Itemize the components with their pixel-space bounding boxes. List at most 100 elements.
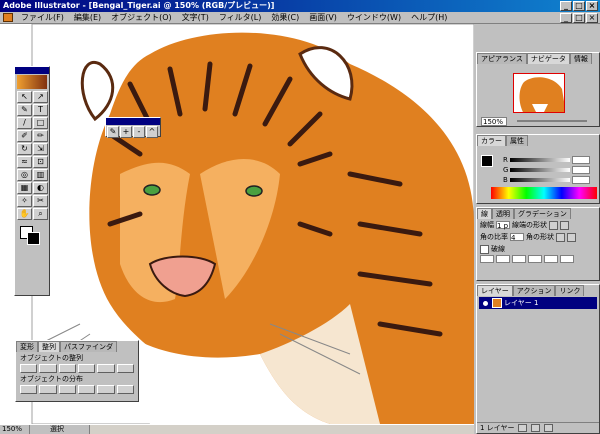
menu-edit[interactable]: 編集(E)	[69, 12, 106, 23]
distribute-hcenter-icon[interactable]	[97, 385, 115, 394]
app-icon[interactable]	[3, 13, 13, 22]
channel-b-value[interactable]	[571, 176, 590, 184]
doc-minimize-button[interactable]: _	[560, 12, 572, 23]
align-vcenter-icon[interactable]	[97, 364, 115, 373]
tab-transparency[interactable]: 透明	[492, 208, 514, 219]
channel-b-slider[interactable]	[509, 178, 570, 182]
pen-icon[interactable]: ✎	[107, 126, 119, 138]
warp-tool-icon[interactable]: ≈	[17, 156, 32, 168]
new-layer-icon[interactable]	[531, 424, 541, 432]
menu-view[interactable]: 画面(V)	[304, 12, 342, 23]
align-hcenter-icon[interactable]	[39, 364, 57, 373]
tab-actions[interactable]: アクション	[512, 285, 556, 296]
add-anchor-icon[interactable]: +	[120, 126, 132, 138]
gap-field-1[interactable]	[496, 255, 510, 263]
cap-butt-icon[interactable]	[549, 220, 558, 230]
color-spectrum[interactable]	[491, 187, 597, 199]
status-zoom[interactable]: 150%	[0, 425, 30, 434]
menu-filter[interactable]: フィルタ(L)	[214, 12, 267, 23]
toolbox-titlebar[interactable]	[15, 67, 49, 74]
navigator-zoom-field[interactable]: 150%	[481, 117, 507, 126]
cap-round-icon[interactable]	[560, 220, 569, 230]
menu-file[interactable]: ファイル(F)	[16, 12, 69, 23]
tab-layers[interactable]: レイヤー	[477, 285, 513, 296]
join-miter-icon[interactable]	[556, 232, 565, 242]
eye-icon[interactable]	[481, 298, 490, 308]
eyedropper-tool-icon[interactable]: ✧	[17, 195, 32, 207]
horizontal-scrollbar[interactable]	[90, 425, 474, 434]
hand-tool-icon[interactable]: ✋	[17, 208, 32, 220]
status-tool[interactable]: 選択	[30, 425, 90, 434]
distribute-vcenter-icon[interactable]	[39, 385, 57, 394]
minimize-button[interactable]: _	[560, 1, 572, 11]
tab-navigator[interactable]: ナビゲータ	[526, 53, 570, 64]
direct-selection-tool-icon[interactable]: ↗	[33, 91, 48, 103]
gradient-tool-icon[interactable]: ◐	[33, 182, 48, 194]
dash-field-1[interactable]	[480, 255, 494, 263]
channel-r-value[interactable]	[571, 156, 590, 164]
trash-icon[interactable]	[544, 424, 554, 432]
graph-tool-icon[interactable]: ▥	[33, 169, 48, 181]
convert-anchor-icon[interactable]: ^	[146, 126, 158, 138]
mesh-tool-icon[interactable]: ▦	[17, 182, 32, 194]
tab-align[interactable]: 整列	[38, 341, 60, 352]
dash-field-2[interactable]	[512, 255, 526, 263]
new-sublayer-icon[interactable]	[518, 424, 528, 432]
close-button[interactable]: ×	[586, 1, 598, 11]
navigator-zoom-slider[interactable]	[517, 120, 587, 122]
tab-links[interactable]: リンク	[555, 285, 585, 296]
pen-tool-icon[interactable]: ✎	[17, 104, 32, 116]
channel-g-value[interactable]	[572, 166, 591, 174]
doc-close-button[interactable]: ×	[586, 12, 598, 23]
gap-field-2[interactable]	[528, 255, 542, 263]
maximize-button[interactable]: □	[573, 1, 585, 11]
menu-window[interactable]: ウインドウ(W)	[342, 12, 406, 23]
fill-stroke-swatches[interactable]	[18, 224, 46, 246]
free-transform-tool-icon[interactable]: ⊡	[33, 156, 48, 168]
rectangle-tool-icon[interactable]: □	[33, 117, 48, 129]
channel-r-slider[interactable]	[509, 158, 570, 162]
layer-row[interactable]: レイヤー 1	[479, 297, 597, 309]
doc-maximize-button[interactable]: □	[573, 12, 585, 23]
tab-transform[interactable]: 変形	[16, 341, 38, 352]
tab-color[interactable]: カラー	[477, 135, 506, 146]
delete-anchor-icon[interactable]: -	[133, 126, 145, 138]
channel-g-slider[interactable]	[510, 168, 571, 172]
pencil-tool-icon[interactable]: ✏	[33, 130, 48, 142]
scale-tool-icon[interactable]: ⇲	[33, 143, 48, 155]
menu-effect[interactable]: 効果(C)	[266, 12, 304, 23]
menu-type[interactable]: 文字(T)	[177, 12, 214, 23]
type-tool-icon[interactable]: T	[33, 104, 48, 116]
align-bottom-icon[interactable]	[116, 364, 134, 373]
tab-info[interactable]: 情報	[569, 53, 592, 64]
line-tool-icon[interactable]: /	[17, 117, 32, 129]
tab-pathfinder[interactable]: パスファインダ	[60, 341, 117, 352]
stroke-swatch[interactable]	[27, 232, 40, 245]
navigator-view-box[interactable]	[513, 73, 565, 113]
rotate-tool-icon[interactable]: ↻	[17, 143, 32, 155]
menu-object[interactable]: オブジェクト(O)	[106, 12, 177, 23]
tab-appearance[interactable]: アピアランス	[477, 53, 527, 64]
zoom-tool-icon[interactable]: ⌕	[33, 208, 48, 220]
tab-attributes[interactable]: 属性	[506, 135, 528, 146]
dash-field-3[interactable]	[544, 255, 558, 263]
distribute-left-icon[interactable]	[77, 385, 96, 394]
brush-tool-icon[interactable]: ✐	[17, 130, 32, 142]
dashed-checkbox[interactable]	[480, 244, 489, 254]
color-swatch[interactable]	[481, 155, 493, 167]
align-right-icon[interactable]	[58, 364, 76, 373]
scissors-tool-icon[interactable]: ✂	[33, 195, 48, 207]
join-round-icon[interactable]	[567, 232, 576, 242]
stroke-weight-field[interactable]: 1 p	[496, 221, 510, 230]
menu-help[interactable]: ヘルプ(H)	[406, 12, 452, 23]
align-left-icon[interactable]	[20, 364, 38, 373]
symbol-tool-icon[interactable]: ◎	[17, 169, 32, 181]
subtool-titlebar[interactable]	[106, 118, 160, 125]
tab-stroke[interactable]: 線	[477, 208, 492, 219]
align-top-icon[interactable]	[77, 364, 96, 373]
miter-field[interactable]: 4	[510, 233, 524, 242]
distribute-top-icon[interactable]	[20, 385, 38, 394]
selection-tool-icon[interactable]: ↖	[17, 91, 32, 103]
distribute-right-icon[interactable]	[116, 385, 134, 394]
tab-gradient[interactable]: グラデーション	[514, 208, 571, 219]
